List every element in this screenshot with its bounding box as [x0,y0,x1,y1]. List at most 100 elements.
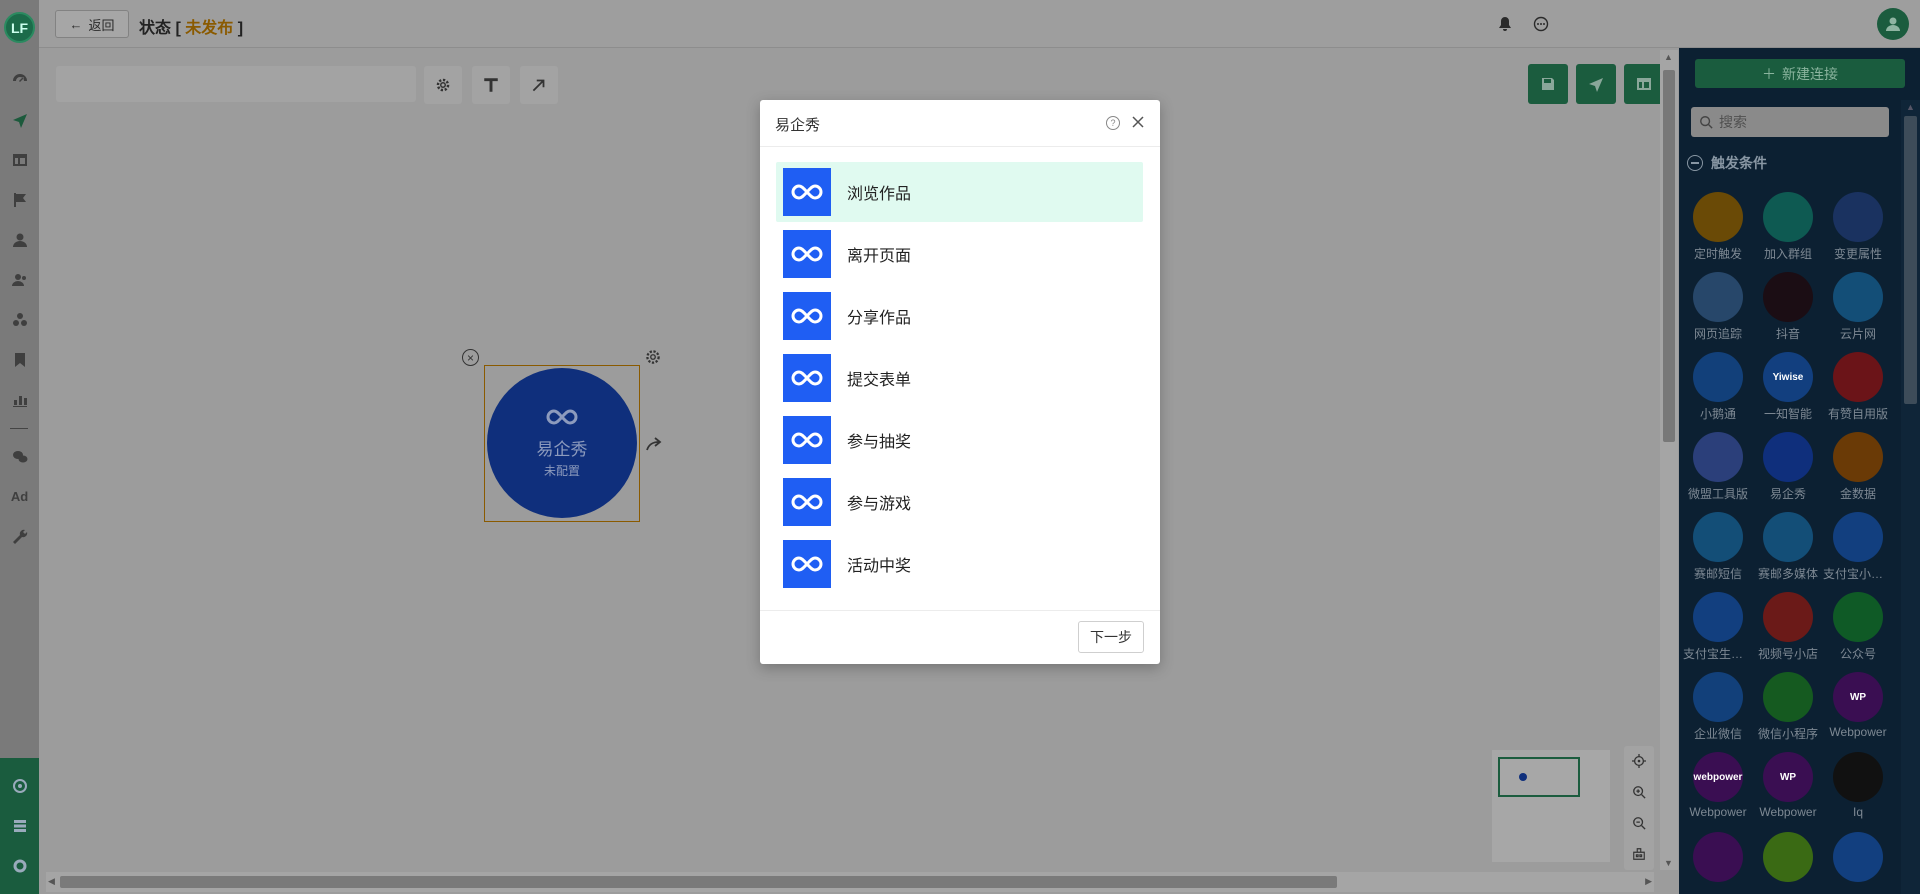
trigger-item[interactable]: 变更属性 [1823,192,1893,262]
vertical-scroll-thumb[interactable] [1663,70,1675,442]
canvas-vertical-scrollbar[interactable]: ▲ ▼ [1660,50,1678,870]
wechat-icon[interactable] [0,449,39,465]
event-option-item[interactable]: 离开页面 [776,224,1143,284]
zoom-controls [1624,746,1654,870]
horizontal-scroll-thumb[interactable] [60,876,1337,888]
trigger-item[interactable]: 定时触发 [1683,192,1753,262]
trigger-item[interactable]: 有赞自用版 [1823,352,1893,422]
canvas-search-input[interactable] [56,66,416,102]
plus-icon: ＋ [1762,65,1776,82]
panel-scrollbar[interactable]: ▲ [1901,100,1920,894]
bell-icon[interactable] [1495,14,1515,34]
event-option-item[interactable]: 提交表单 [776,348,1143,408]
yiqixiu-node[interactable]: 易企秀 未配置 [487,368,637,518]
scroll-left-arrow[interactable]: ◀ [48,876,55,887]
trigger-item[interactable]: WP Webpower [1823,672,1893,739]
yiqixiu-logo-icon [783,230,831,278]
trigger-item[interactable]: 易企秀 [1753,432,1823,502]
trigger-item[interactable] [1683,832,1753,885]
panel-scroll-up[interactable]: ▲ [1906,102,1915,112]
trigger-icon [1763,432,1813,482]
trigger-item[interactable] [1753,832,1823,885]
app-logo[interactable]: LF [4,12,35,43]
server-icon[interactable] [0,818,39,834]
collapse-icon[interactable] [1687,155,1703,171]
settings-icon[interactable] [0,858,39,874]
trigger-item[interactable]: WP Webpower [1753,752,1823,819]
trigger-item[interactable]: 支付宝生活号 [1683,592,1753,662]
trigger-item[interactable]: 支付宝小程序 [1823,512,1893,582]
trigger-item[interactable]: 小鹅通 [1683,352,1753,422]
wrench-icon[interactable] [0,529,39,545]
trigger-section-header[interactable]: 触发条件 [1679,148,1901,178]
next-step-button[interactable]: 下一步 [1078,621,1144,653]
message-icon[interactable] [1531,14,1551,34]
user-group-icon[interactable] [0,272,39,288]
trigger-item[interactable]: 金数据 [1823,432,1893,502]
trigger-item[interactable]: Yiwise 一知智能 [1753,352,1823,422]
radar-icon[interactable] [0,778,39,794]
ad-icon[interactable]: Ad [0,489,39,504]
trigger-item[interactable]: 微盟工具版 [1683,432,1753,502]
locate-icon[interactable] [1624,746,1654,776]
layout-button[interactable] [1624,64,1664,104]
trigger-item[interactable]: webpower Webpower [1683,752,1753,819]
event-option-item[interactable]: 分享作品 [776,286,1143,346]
zoom-out-icon[interactable] [1624,808,1654,838]
trigger-item[interactable]: 网页追踪 [1683,272,1753,342]
node-settings-icon[interactable] [644,348,662,369]
zoom-in-icon[interactable] [1624,777,1654,807]
trigger-label: 赛邮短信 [1693,567,1742,581]
minimap[interactable] [1492,750,1610,862]
gear-icon[interactable] [424,66,462,104]
send-icon[interactable] [0,112,39,128]
trigger-item[interactable]: 公众号 [1823,592,1893,662]
top-header: ← 返回 状态 [ 未发布 ] [39,0,1920,48]
back-button[interactable]: ← 返回 [55,10,129,38]
text-tool-icon[interactable] [472,66,510,104]
trigger-icon [1833,592,1883,642]
dashboard-icon[interactable] [0,72,39,88]
auto-layout-icon[interactable] [1624,839,1654,869]
canvas-horizontal-scrollbar[interactable]: ◀ ▶ [46,872,1654,892]
minimap-viewport[interactable] [1498,757,1580,797]
title-bracket-open: [ [175,20,181,37]
trigger-item[interactable]: 抖音 [1753,272,1823,342]
trigger-item[interactable]: 云片网 [1823,272,1893,342]
segments-icon[interactable] [0,312,39,328]
trigger-icon [1693,592,1743,642]
help-icon[interactable]: ? [1106,116,1120,130]
trigger-item[interactable]: 微信小程序 [1753,672,1823,742]
trigger-item[interactable] [1823,832,1893,885]
new-connection-button[interactable]: ＋ 新建连接 [1695,59,1905,88]
event-select-dialog: 易企秀 ? 浏览作品 离开页面 分享作品 提交表单 参与抽奖 参与游戏 活动中奖 下一步 [760,100,1160,664]
trigger-item[interactable]: 赛邮多媒体 [1753,512,1823,582]
trigger-item[interactable]: Iq [1823,752,1893,819]
trigger-item[interactable]: 企业微信 [1683,672,1753,742]
trigger-item[interactable]: 加入群组 [1753,192,1823,262]
panel-scroll-thumb[interactable] [1904,116,1917,404]
user-icon[interactable] [0,232,39,248]
bookmark-icon[interactable] [0,352,39,368]
event-option-item[interactable]: 浏览作品 [776,162,1143,222]
trigger-item[interactable]: 赛邮短信 [1683,512,1753,582]
user-avatar[interactable] [1877,8,1909,40]
close-icon[interactable] [1130,114,1146,130]
bar-chart-icon[interactable] [0,392,39,408]
scroll-right-arrow[interactable]: ▶ [1645,876,1652,887]
event-option-item[interactable]: 参与游戏 [776,472,1143,532]
save-button[interactable] [1528,64,1568,104]
scroll-down-arrow[interactable]: ▼ [1664,858,1673,868]
node-delete-icon[interactable]: × [462,349,479,366]
panel-search-input[interactable]: 搜索 [1691,107,1889,137]
node-connect-icon[interactable] [645,436,663,455]
event-option-item[interactable]: 活动中奖 [776,534,1143,594]
publish-button[interactable] [1576,64,1616,104]
table-icon[interactable] [0,152,39,168]
arrow-tool-icon[interactable] [520,66,558,104]
event-option-item[interactable]: 参与抽奖 [776,410,1143,470]
trigger-item[interactable]: 视频号小店 [1753,592,1823,662]
scroll-up-arrow[interactable]: ▲ [1664,52,1673,62]
flag-icon[interactable] [0,192,39,208]
event-option-label: 浏览作品 [847,186,912,203]
